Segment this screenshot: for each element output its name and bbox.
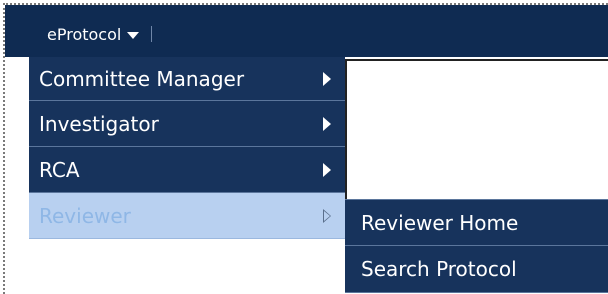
chevron-right-outline-icon [323,208,331,223]
menu-item-label: Investigator [39,111,159,136]
menu-item-label: RCA [39,157,80,182]
menu-item-committee-manager[interactable]: Committee Manager [29,57,345,101]
chevron-down-icon [127,32,140,39]
menu-item-rca[interactable]: RCA [29,147,345,193]
menu-item-reviewer[interactable]: Reviewer [29,193,345,239]
app-menu-dropdown[interactable]: eProtocol [47,23,153,45]
reviewer-submenu: Reviewer Home Search Protocol [345,199,608,293]
app-menu-label: eProtocol [47,24,122,44]
menu-item-investigator[interactable]: Investigator [29,101,345,147]
chevron-right-icon [323,116,331,131]
menu-item-label: Committee Manager [39,66,245,91]
menu-item-label: Reviewer [39,203,131,228]
chevron-right-icon [323,71,331,86]
chevron-right-icon [323,162,331,177]
menu-divider [151,26,153,42]
submenu-item-label: Search Protocol [361,257,517,281]
submenu-item-reviewer-home[interactable]: Reviewer Home [345,199,608,246]
submenu-item-search-protocol[interactable]: Search Protocol [345,246,608,293]
top-navigation-bar: eProtocol [5,5,608,57]
submenu-item-label: Reviewer Home [361,210,519,235]
dropdown-menu: Committee Manager Investigator RCA Revie… [29,57,345,239]
